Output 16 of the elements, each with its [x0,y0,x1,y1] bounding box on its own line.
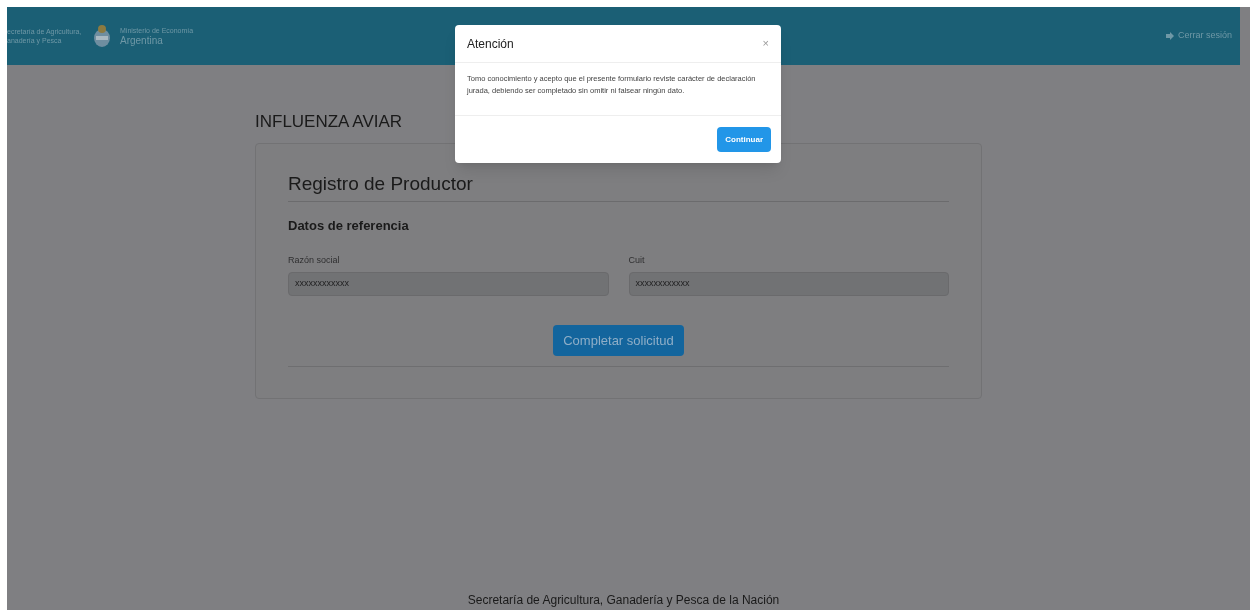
submit-button[interactable]: Completar solicitud [553,325,684,356]
footer-text: Secretaría de Agricultura, Ganadería y Pesca de la Nación [466,592,781,609]
text-field[interactable]: xxxxxxxxxxxx [288,272,609,296]
logout-icon [1165,32,1174,40]
form-title: Registro de Productor [288,169,949,202]
section-title: Datos de referencia [288,217,410,235]
logout-link[interactable]: Cerrar sesión [1165,29,1232,43]
country-name: Argentina [120,34,164,47]
close-button[interactable]: × [762,35,769,52]
modal-title: Atención [467,35,514,53]
text-field[interactable]: xxxxxxxxxxxx [628,272,949,296]
page-title: INFLUENZA AVIAR [255,111,404,133]
continue-button[interactable]: Continuar [717,127,771,152]
field-label: Cuit [628,253,646,267]
field-label: Razón social [288,253,341,267]
coat-of-arms-icon [92,24,112,48]
